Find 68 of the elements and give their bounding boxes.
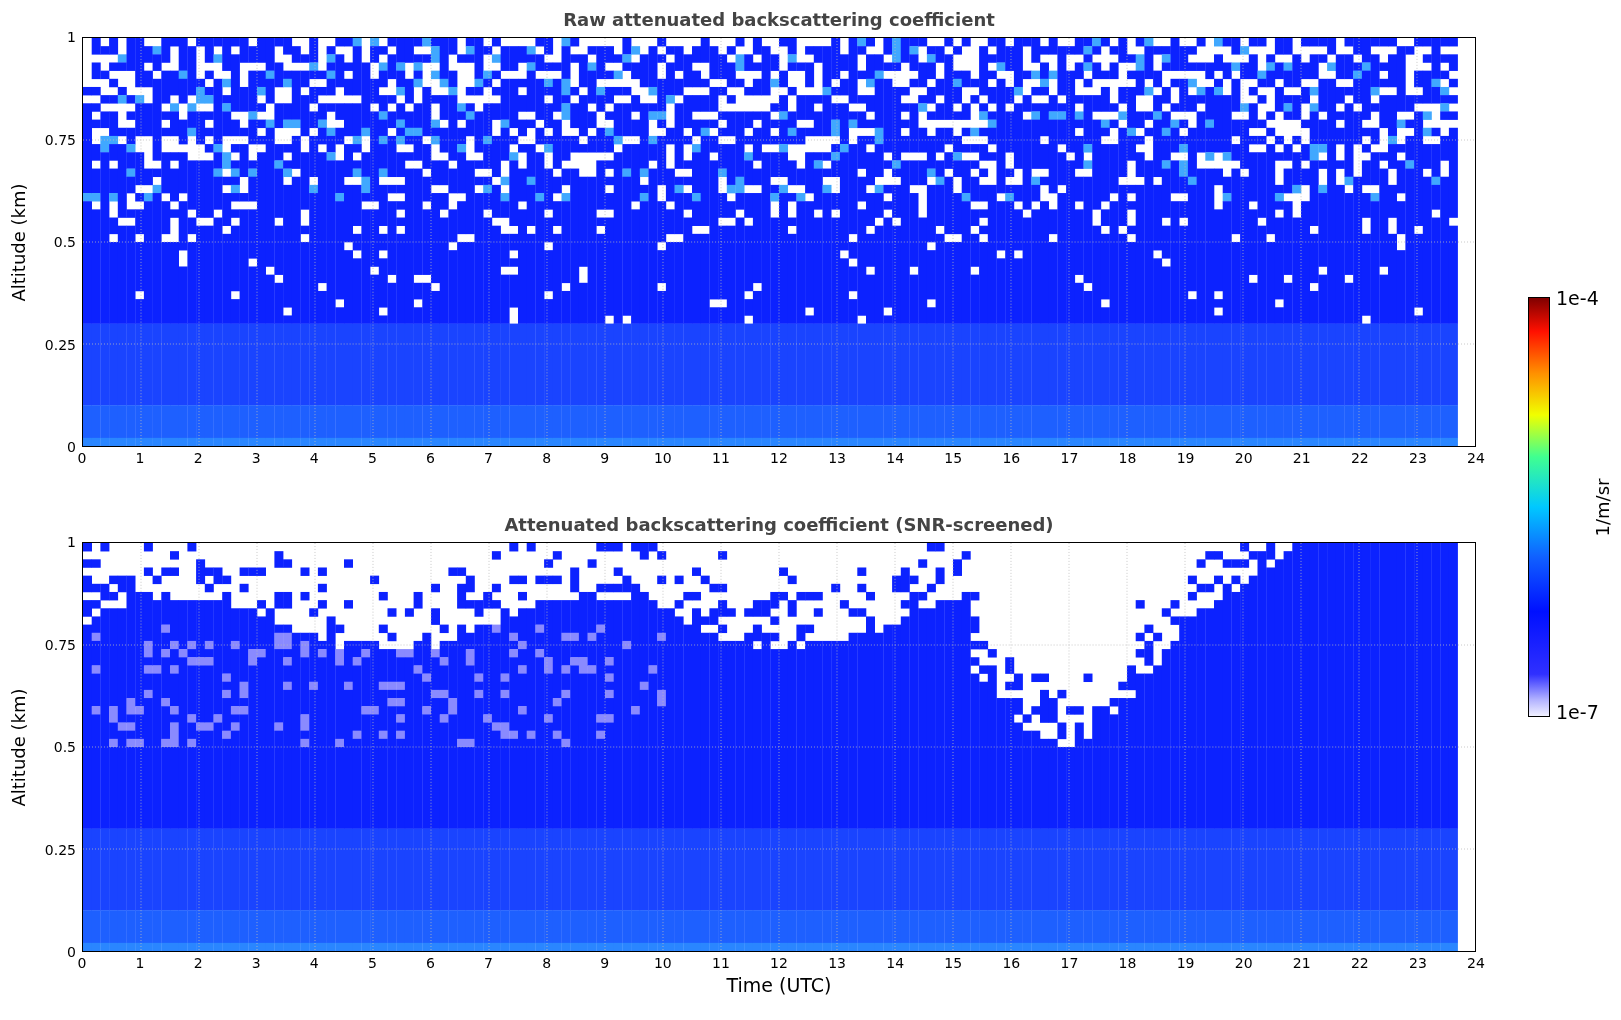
x-tick-label: 4 <box>309 955 319 971</box>
y-tick-label: 0 <box>67 944 76 960</box>
x-tick-label: 1 <box>135 955 145 971</box>
y-axis-label: Altitude (km) <box>7 182 29 302</box>
chart-title: Raw attenuated backscattering coefficient <box>562 9 996 32</box>
x-tick-label: 5 <box>367 955 377 971</box>
x-tick-label: 4 <box>309 450 319 466</box>
x-tick-label: 15 <box>944 955 963 971</box>
x-tick-label: 7 <box>484 450 494 466</box>
x-tick-label: 12 <box>770 955 788 971</box>
x-tick-label: 1 <box>135 450 145 466</box>
x-tick-label: 5 <box>367 450 377 466</box>
x-tick-label: 8 <box>542 450 552 466</box>
x-tick-label: 6 <box>426 955 435 971</box>
x-tick-label: 2 <box>193 450 203 466</box>
y-tick-label: 1 <box>67 29 76 45</box>
x-tick-label: 10 <box>653 955 672 971</box>
chart-title: Attenuated backscattering coefficient (SNR-screened) <box>503 514 1055 537</box>
x-tick-label: 0 <box>77 450 87 466</box>
x-tick-label: 13 <box>828 955 846 971</box>
x-tick-label: 2 <box>193 955 203 971</box>
x-tick-label: 21 <box>1292 955 1311 971</box>
y-tick-label: 0.25 <box>44 841 76 858</box>
x-tick-label: 14 <box>886 450 905 466</box>
x-tick-label: 18 <box>1118 450 1137 466</box>
y-tick-label: 0.5 <box>53 739 76 755</box>
x-tick-label: 17 <box>1060 450 1079 466</box>
colorbar-min-label: 1e-7 <box>1556 701 1599 723</box>
x-tick-label: 13 <box>828 450 846 466</box>
x-tick-label: 11 <box>712 955 730 971</box>
y-tick-label: 0.25 <box>44 336 76 353</box>
colorbar-unit-label: 1/m/sr <box>1592 478 1614 536</box>
x-tick-label: 0 <box>77 955 87 971</box>
x-tick-label: 22 <box>1350 955 1369 971</box>
x-tick-label: 15 <box>944 450 963 466</box>
y-axis-label: Altitude (km) <box>7 687 29 807</box>
x-tick-label: 16 <box>1002 955 1021 971</box>
x-tick-label: 17 <box>1060 955 1079 971</box>
x-tick-label: 12 <box>770 450 788 466</box>
x-tick-label: 18 <box>1118 955 1137 971</box>
y-tick-label: 1 <box>67 534 76 550</box>
x-tick-label: 19 <box>1176 450 1195 466</box>
x-tick-label: 21 <box>1292 450 1311 466</box>
x-tick-label: 23 <box>1409 955 1427 971</box>
x-tick-label: 24 <box>1467 955 1485 971</box>
x-tick-label: 8 <box>542 955 552 971</box>
y-tick-label: 0.5 <box>53 234 76 250</box>
x-tick-label: 10 <box>653 450 672 466</box>
x-tick-label: 20 <box>1234 450 1253 466</box>
colorbar-max-label: 1e-4 <box>1556 287 1599 309</box>
x-tick-label: 14 <box>886 955 905 971</box>
x-tick-label: 20 <box>1234 955 1253 971</box>
x-tick-label: 23 <box>1409 450 1427 466</box>
x-tick-label: 24 <box>1467 450 1485 466</box>
x-tick-label: 11 <box>712 450 730 466</box>
x-tick-label: 3 <box>251 450 261 466</box>
x-tick-label: 16 <box>1002 450 1021 466</box>
x-axis-label: Time (UTC) <box>725 974 833 996</box>
x-tick-label: 9 <box>600 450 610 466</box>
x-tick-label: 7 <box>484 955 494 971</box>
x-tick-label: 3 <box>251 955 261 971</box>
y-tick-label: 0 <box>67 439 76 455</box>
y-tick-label: 0.75 <box>44 636 76 653</box>
x-tick-label: 22 <box>1350 450 1369 466</box>
x-tick-label: 19 <box>1176 955 1195 971</box>
y-tick-label: 0.75 <box>44 131 76 148</box>
x-tick-label: 9 <box>600 955 610 971</box>
x-tick-label: 6 <box>426 450 435 466</box>
